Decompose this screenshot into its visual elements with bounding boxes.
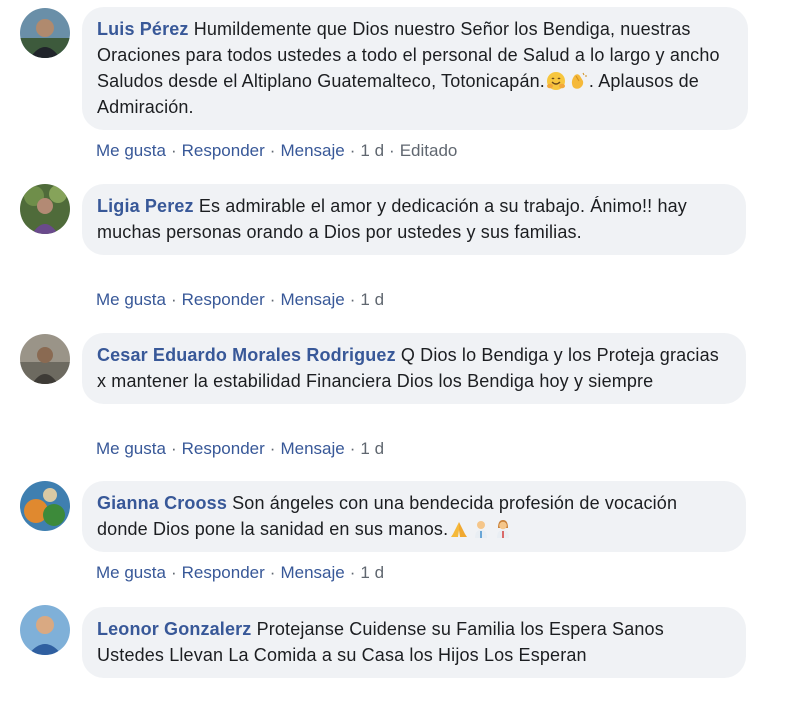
- health-worker-man-icon: [471, 519, 491, 539]
- profile-photo-icon: [20, 8, 70, 58]
- praying-hands-icon: [449, 519, 469, 539]
- comment-actions: Me gusta · Responder · Mensaje · 1 d: [96, 563, 384, 583]
- profile-photo-icon: [20, 184, 70, 234]
- separator: ·: [269, 290, 276, 309]
- comment-bubble: Gianna Crooss Son ángeles con una bendec…: [82, 481, 746, 552]
- like-link[interactable]: Me gusta: [96, 141, 166, 160]
- like-link[interactable]: Me gusta: [96, 439, 166, 458]
- comment-bubble: Cesar Eduardo Morales Rodriguez Q Dios l…: [82, 333, 746, 404]
- hugging-face-icon: [546, 71, 566, 91]
- timestamp[interactable]: 1 d: [360, 141, 384, 160]
- avatar[interactable]: [20, 8, 70, 58]
- message-link[interactable]: Mensaje: [280, 141, 344, 160]
- like-link[interactable]: Me gusta: [96, 290, 166, 309]
- timestamp[interactable]: 1 d: [360, 439, 384, 458]
- message-link[interactable]: Mensaje: [280, 290, 344, 309]
- profile-photo-icon: [20, 481, 70, 531]
- separator: ·: [269, 439, 276, 458]
- comment-actions: Me gusta · Responder · Mensaje · 1 d: [96, 290, 384, 310]
- message-link[interactable]: Mensaje: [280, 563, 344, 582]
- timestamp[interactable]: 1 d: [360, 290, 384, 309]
- avatar[interactable]: [20, 605, 70, 655]
- comment-author[interactable]: Leonor Gonzalerz: [97, 619, 251, 639]
- separator: ·: [349, 563, 356, 582]
- comment-author[interactable]: Ligia Perez: [97, 196, 194, 216]
- separator: ·: [170, 141, 177, 160]
- comment-bubble: Leonor Gonzalerz Protejanse Cuidense su …: [82, 607, 746, 678]
- message-link[interactable]: Mensaje: [280, 439, 344, 458]
- avatar[interactable]: [20, 481, 70, 531]
- separator: ·: [349, 439, 356, 458]
- health-worker-woman-icon: [493, 519, 513, 539]
- comment-author[interactable]: Cesar Eduardo Morales Rodriguez: [97, 345, 396, 365]
- separator: ·: [269, 141, 276, 160]
- like-link[interactable]: Me gusta: [96, 563, 166, 582]
- profile-photo-icon: [20, 605, 70, 655]
- separator: ·: [389, 141, 395, 160]
- reply-link[interactable]: Responder: [182, 439, 265, 458]
- comment-actions: Me gusta · Responder · Mensaje · 1 d · Editado: [96, 141, 457, 161]
- reply-link[interactable]: Responder: [182, 290, 265, 309]
- separator: ·: [170, 563, 177, 582]
- reply-link[interactable]: Responder: [182, 563, 265, 582]
- separator: ·: [170, 439, 177, 458]
- comment-bubble: Luis Pérez Humildemente que Dios nuestro…: [82, 7, 748, 130]
- timestamp[interactable]: 1 d: [360, 563, 384, 582]
- separator: ·: [269, 563, 276, 582]
- separator: ·: [170, 290, 177, 309]
- comment-author[interactable]: Gianna Crooss: [97, 493, 227, 513]
- avatar[interactable]: [20, 334, 70, 384]
- clapping-hands-icon: [568, 71, 588, 91]
- separator: ·: [349, 290, 356, 309]
- reply-link[interactable]: Responder: [182, 141, 265, 160]
- comment-actions: Me gusta · Responder · Mensaje · 1 d: [96, 439, 384, 459]
- profile-photo-icon: [20, 334, 70, 384]
- comment-author[interactable]: Luis Pérez: [97, 19, 189, 39]
- edited-label[interactable]: Editado: [400, 141, 458, 160]
- comment-bubble: Ligia Perez Es admirable el amor y dedic…: [82, 184, 746, 255]
- avatar[interactable]: [20, 184, 70, 234]
- separator: ·: [349, 141, 356, 160]
